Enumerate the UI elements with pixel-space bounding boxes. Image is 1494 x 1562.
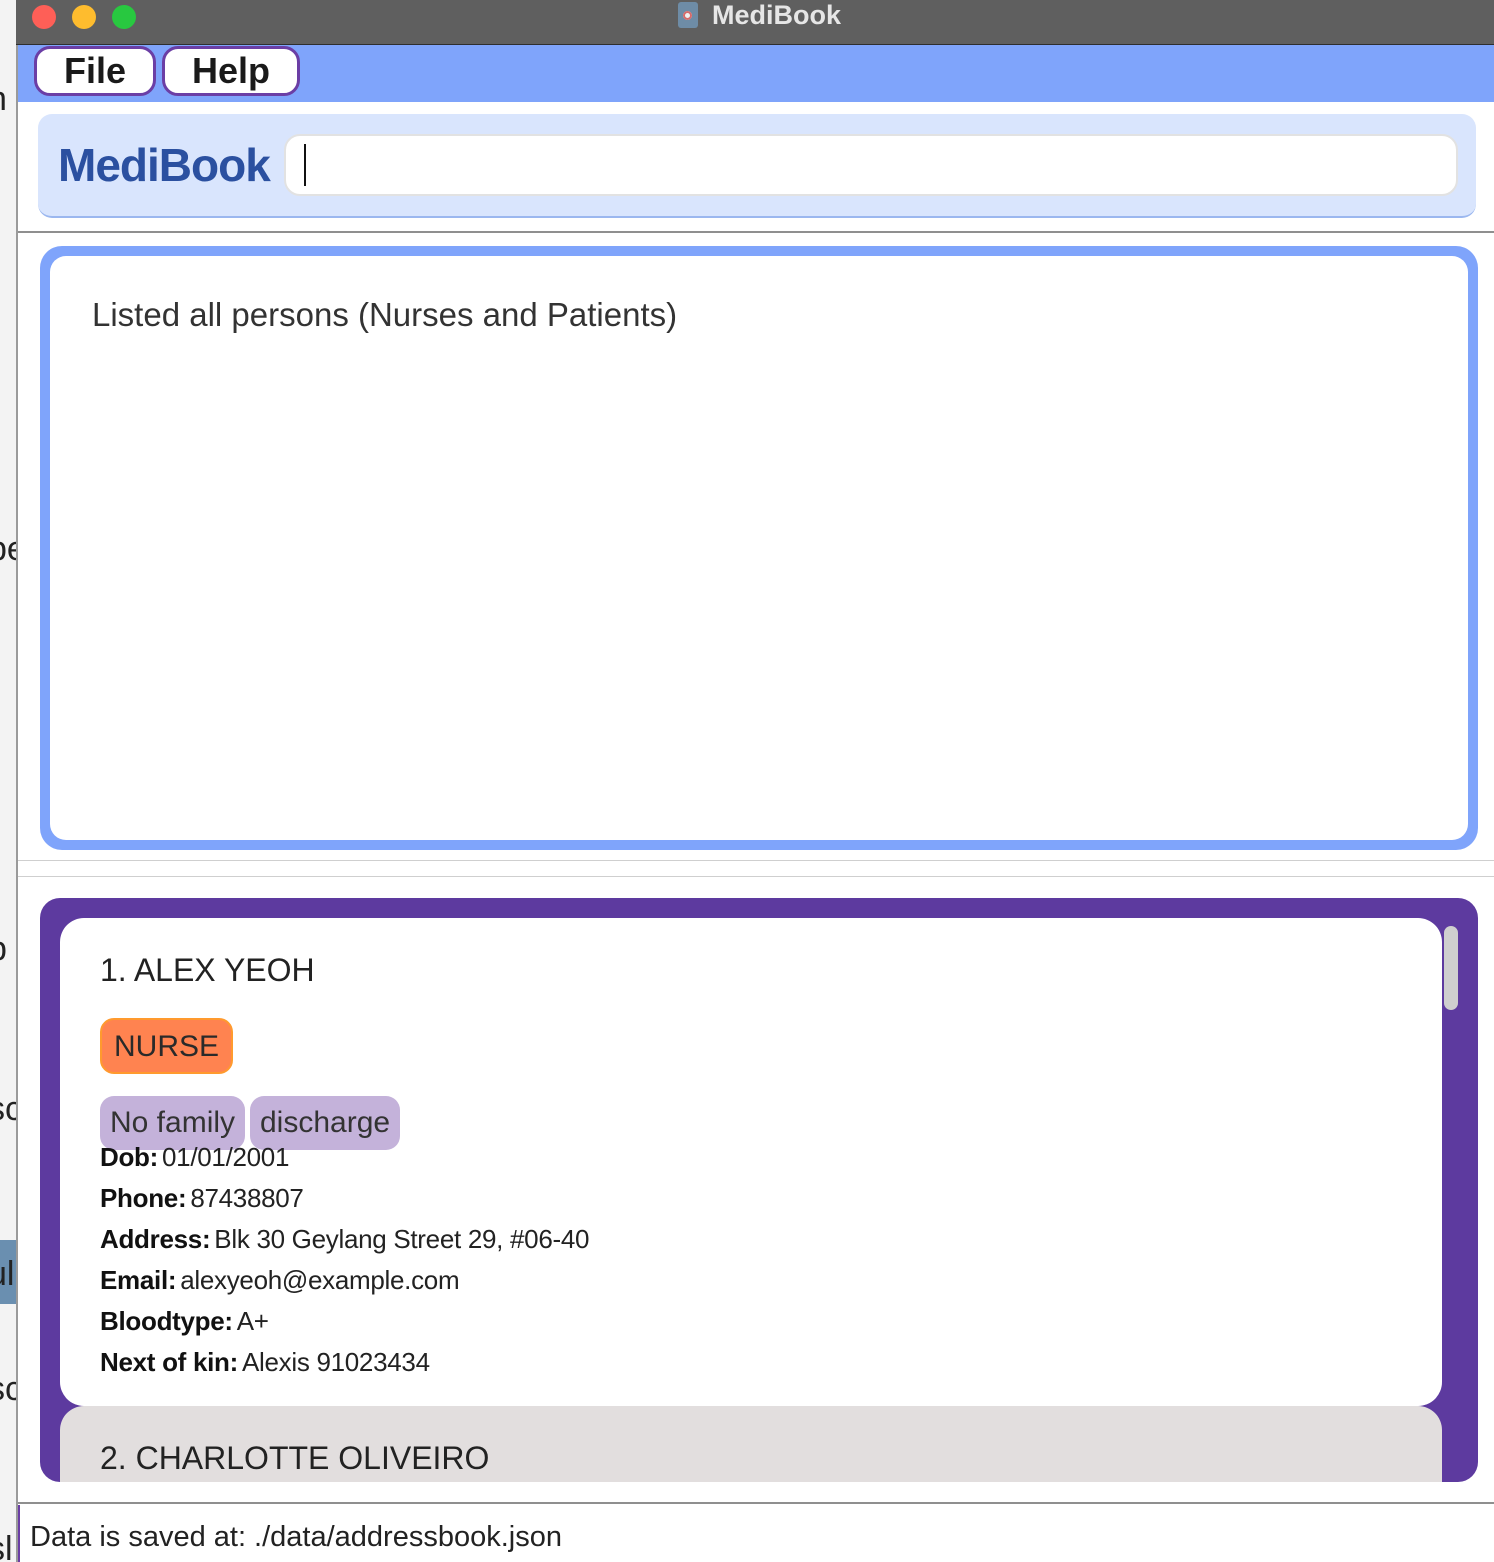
close-window-button[interactable]	[32, 5, 56, 29]
person-name: 1. ALEX YEOH	[100, 952, 315, 988]
bloodtype-field: Bloodtype: A+	[100, 1306, 269, 1337]
maximize-window-button[interactable]	[112, 5, 136, 29]
divider	[18, 1502, 1494, 1504]
email-field: Email: alexyeoh@example.com	[100, 1265, 460, 1296]
divider	[18, 876, 1494, 877]
person-list[interactable]: 1. ALEX YEOH NURSE No family discharge D…	[40, 898, 1478, 1482]
command-input[interactable]	[284, 134, 1458, 196]
phone-value: 87438807	[190, 1183, 304, 1213]
minimize-window-button[interactable]	[72, 5, 96, 29]
dob-field: Dob: 01/01/2001	[100, 1142, 289, 1173]
background-window: n pe t f p sc ul sc sl	[0, 0, 16, 1562]
list-scrollbar[interactable]	[1444, 926, 1458, 1010]
role-badge: NURSE	[100, 1018, 234, 1074]
window-edge	[16, 0, 18, 1562]
address-field: Address: Blk 30 Geylang Street 29, #06-40	[100, 1224, 589, 1255]
address-label: Address:	[100, 1224, 211, 1254]
result-display: Listed all persons (Nurses and Patients)	[40, 246, 1478, 850]
app-name-label: MediBook	[58, 139, 271, 191]
email-label: Email:	[100, 1265, 177, 1295]
status-bar: Data is saved at: ./data/addressbook.jso…	[18, 1505, 1494, 1562]
result-message: Listed all persons (Nurses and Patients)	[92, 296, 678, 333]
phone-field: Phone: 87438807	[100, 1183, 304, 1214]
dob-label: Dob:	[100, 1142, 158, 1172]
divider	[18, 231, 1494, 233]
window-title: MediBook	[712, 0, 842, 30]
save-location-text: Data is saved at: ./data/addressbook.jso…	[30, 1521, 562, 1553]
bloodtype-value: A+	[236, 1306, 269, 1336]
next-of-kin-field: Next of kin: Alexis 91023434	[100, 1347, 430, 1378]
file-menu-button[interactable]: File	[34, 46, 156, 96]
title-bar: MediBook	[16, 0, 1494, 45]
email-value: alexyeoh@example.com	[180, 1265, 460, 1295]
person-card[interactable]: 2. CHARLOTTE OLIVEIRO	[60, 1406, 1442, 1482]
next-of-kin-label: Next of kin:	[100, 1347, 238, 1377]
app-icon	[678, 2, 698, 28]
dob-value: 01/01/2001	[162, 1142, 290, 1172]
text-caret	[304, 144, 306, 186]
divider	[18, 860, 1494, 861]
address-value: Blk 30 Geylang Street 29, #06-40	[214, 1224, 590, 1254]
next-of-kin-value: Alexis 91023434	[241, 1347, 430, 1377]
result-display-body: Listed all persons (Nurses and Patients)	[50, 256, 1468, 840]
person-card[interactable]: 1. ALEX YEOH NURSE No family discharge D…	[60, 918, 1442, 1406]
person-name: 2. CHARLOTTE OLIVEIRO	[100, 1440, 490, 1476]
help-menu-button[interactable]: Help	[162, 46, 300, 96]
phone-label: Phone:	[100, 1183, 187, 1213]
bloodtype-label: Bloodtype:	[100, 1306, 233, 1336]
command-box: MediBook	[38, 114, 1476, 218]
menu-bar: File Help	[18, 45, 1494, 102]
